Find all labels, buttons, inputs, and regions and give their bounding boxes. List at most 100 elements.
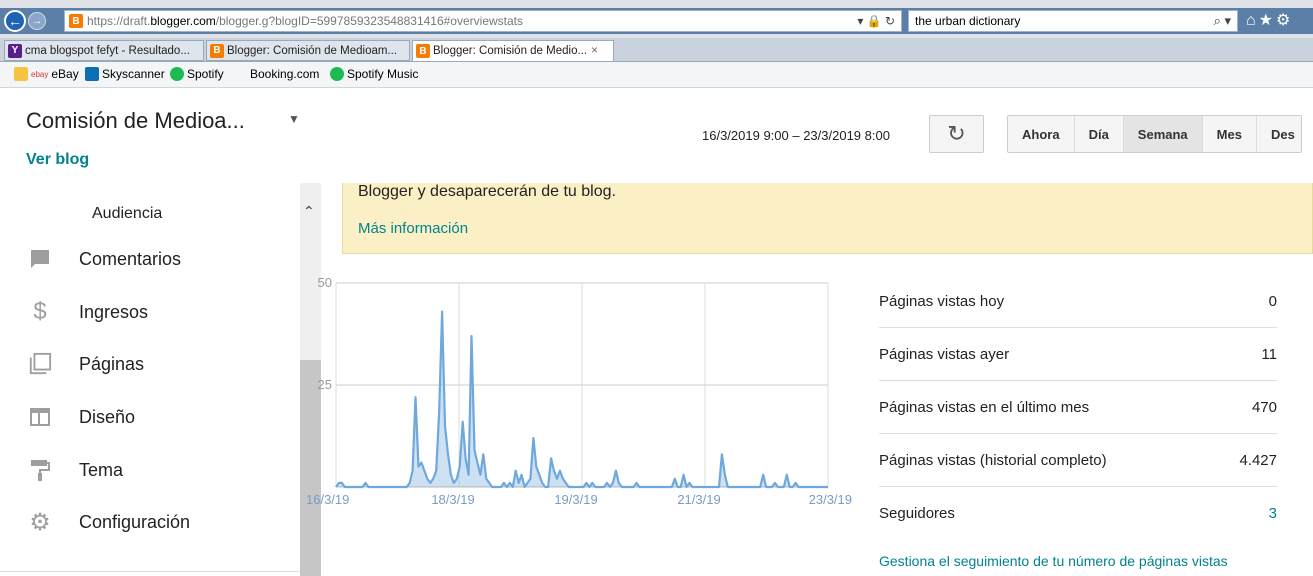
sidebar-item-label: Tema — [79, 459, 124, 480]
stat-row: Páginas vistas ayer 11 — [879, 328, 1277, 381]
favorite-label: Spotify Music — [347, 67, 419, 81]
sidebar-item-diseno[interactable]: Diseño — [0, 397, 300, 437]
favorite-spotify-music[interactable]: Spotify Music — [330, 67, 418, 81]
blogger-icon: B — [416, 44, 430, 58]
favorite-spotify[interactable]: Spotify — [170, 67, 224, 81]
back-button[interactable]: ← — [4, 10, 26, 32]
favorite-booking[interactable]: Booking.com — [250, 67, 319, 81]
chevron-up-icon[interactable]: ⌃ — [303, 203, 315, 220]
layout-icon — [28, 405, 52, 429]
x-tick-label: 16/3/19 — [306, 492, 349, 507]
chart-grid — [335, 282, 829, 488]
stat-label: Páginas vistas en el último mes — [879, 399, 1090, 416]
stat-value: 470 — [1251, 399, 1277, 416]
period-day[interactable]: Día — [1075, 116, 1124, 152]
search-value: the urban dictionary — [915, 14, 1021, 28]
toolbar-icons[interactable]: ⌂★⚙ — [1246, 10, 1293, 30]
pages-icon — [28, 352, 52, 376]
stat-row: Páginas vistas (historial completo) 4.42… — [879, 434, 1277, 487]
home-icon[interactable]: ⌂ — [1246, 12, 1259, 29]
chevron-down-icon[interactable]: ▼ — [288, 112, 300, 126]
sidebar-item-audiencia[interactable]: Audiencia — [92, 205, 162, 223]
tab-search-result[interactable]: Y cma blogspot fefyt - Resultado... — [4, 40, 204, 61]
sidebar-item-label: Ingresos — [79, 301, 149, 322]
stat-label: Páginas vistas (historial completo) — [879, 452, 1107, 469]
stat-row: Seguidores 3 — [879, 487, 1277, 540]
stat-row: Páginas vistas hoy 0 — [879, 275, 1277, 328]
notice-text: Blogger y desaparecerán de tu blog. — [358, 183, 616, 200]
tab-blogger-active[interactable]: B Blogger: Comisión de Medio... × — [412, 40, 614, 61]
sidebar-item-label: Páginas — [79, 353, 145, 374]
pageviews-chart: 25 50 16/3/19 18/3/19 19/3/19 21/3/19 23/3/19 — [306, 275, 852, 507]
paint-roller-icon — [28, 458, 52, 482]
favorite-ebay[interactable]: ebay eBay — [14, 67, 79, 81]
x-tick-label: 23/3/19 — [809, 492, 852, 507]
sidebar-item-tema[interactable]: Tema — [0, 450, 300, 490]
tab-label: Blogger: Comisión de Medioam... — [227, 44, 398, 57]
y-tick-label: 25 — [318, 377, 332, 392]
forward-button[interactable]: → — [28, 12, 46, 30]
sidebar-item-label: Diseño — [79, 406, 136, 427]
sidebar-item-label: Comentarios — [79, 248, 182, 269]
blog-title[interactable]: Comisión de Medioa... — [26, 108, 245, 134]
x-tick-label: 18/3/19 — [431, 492, 474, 507]
arrow-left-icon: ← — [8, 13, 22, 29]
y-tick-label: 50 — [318, 275, 332, 290]
ebay-logo-icon: ebay — [31, 69, 49, 79]
browser-chrome: ← → B https://draft. blogger.com/blogger.… — [0, 0, 1313, 88]
url-prefix: https://draft. — [87, 14, 151, 28]
favorite-label: eBay — [51, 67, 79, 81]
star-icon[interactable]: ★ — [1259, 12, 1276, 29]
favorites-bar: ebay eBay Skyscanner Spotify Booking.com… — [0, 62, 1313, 88]
yahoo-icon: Y — [8, 43, 22, 58]
url-domain: blogger.com — [150, 14, 216, 28]
favorite-label: Booking.com — [250, 67, 320, 81]
manage-tracking-link[interactable]: Gestiona el seguimiento de tu número de … — [879, 553, 1228, 569]
date-range: 16/3/2019 9:00 – 23/3/2019 8:00 — [702, 128, 890, 143]
sidebar-item-configuracion[interactable]: ⚙ Configuración — [0, 502, 300, 542]
lock-refresh-icon[interactable]: ▾ 🔒 ↻ — [857, 14, 895, 28]
sidebar-item-label: Configuración — [79, 511, 191, 532]
stat-label: Seguidores — [879, 505, 955, 522]
favorite-label: Skyscanner — [102, 67, 165, 81]
view-blog-link[interactable]: Ver blog — [26, 151, 89, 169]
divider — [0, 571, 300, 572]
period-all-time[interactable]: Des — [1257, 116, 1301, 152]
followers-link[interactable]: 3 — [1269, 505, 1277, 522]
sidebar-item-comentarios[interactable]: Comentarios — [0, 239, 300, 279]
notice-banner: Blogger y desaparecerán de tu blog. Más … — [342, 183, 1313, 254]
tab-blogger-1[interactable]: B Blogger: Comisión de Medioam... — [206, 40, 410, 61]
period-now[interactable]: Ahora — [1008, 116, 1075, 152]
url-field[interactable]: B https://draft. blogger.com/blogger.g?bl… — [64, 10, 902, 32]
gear-icon[interactable]: ⚙ — [1276, 12, 1293, 29]
stat-row: Páginas vistas en el último mes 470 — [879, 381, 1277, 434]
skyscanner-icon — [85, 67, 99, 81]
chart-axis-labels: 25 50 16/3/19 18/3/19 19/3/19 21/3/19 23/3/19 — [306, 275, 852, 507]
refresh-icon: ↻ — [947, 121, 966, 146]
stat-value: 11 — [1261, 346, 1277, 363]
sidebar-item-paginas[interactable]: Páginas — [0, 344, 300, 384]
stat-label: Páginas vistas hoy — [879, 293, 1005, 310]
arrow-right-icon: → — [31, 15, 43, 27]
blogger-icon: B — [210, 43, 224, 58]
x-tick-label: 19/3/19 — [554, 492, 597, 507]
url-path: /blogger.g?blogID=5997859323548831416#ov… — [215, 14, 523, 28]
spotify-icon — [170, 67, 184, 81]
favorite-skyscanner[interactable]: Skyscanner — [85, 67, 165, 81]
search-input[interactable]: the urban dictionary ⌕ ▾ — [908, 10, 1238, 32]
period-week[interactable]: Semana — [1123, 116, 1203, 152]
spotify-icon — [330, 67, 344, 81]
period-month[interactable]: Mes — [1203, 116, 1257, 152]
comment-icon — [28, 247, 52, 271]
favorites-star-icon — [14, 67, 28, 81]
close-icon[interactable]: × — [591, 45, 598, 57]
stat-value: 0 — [1268, 293, 1277, 310]
tab-label: cma blogspot fefyt - Resultado... — [25, 44, 190, 57]
more-info-link[interactable]: Más información — [358, 220, 468, 237]
refresh-button[interactable]: ↻ — [929, 115, 984, 153]
dollar-icon: $ — [33, 298, 47, 325]
x-tick-label: 21/3/19 — [677, 492, 720, 507]
search-icon[interactable]: ⌕ ▾ — [1214, 13, 1231, 29]
tab-label: Blogger: Comisión de Medio... — [433, 45, 588, 57]
sidebar-item-ingresos[interactable]: $ Ingresos — [0, 292, 300, 332]
